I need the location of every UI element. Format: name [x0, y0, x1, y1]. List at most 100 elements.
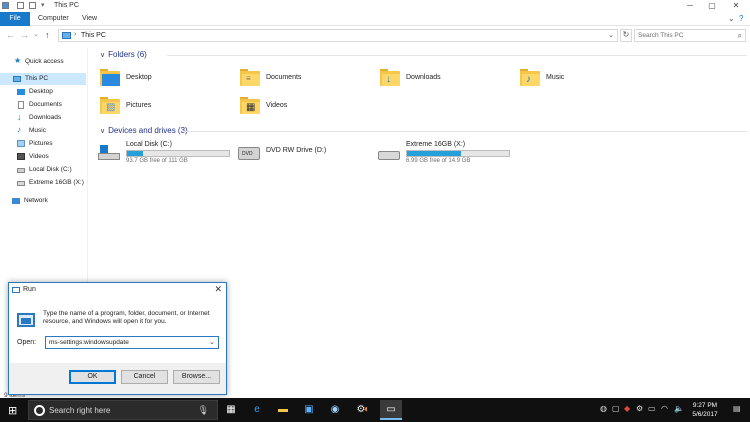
volume-icon[interactable]: 🔈: [674, 404, 684, 413]
sidebar-item-downloads[interactable]: ↓ Downloads: [0, 112, 86, 124]
folder-music[interactable]: ♪ Music: [512, 68, 642, 94]
folder-icon: ♪: [520, 68, 540, 86]
taskbar-search-input[interactable]: Search right here 🎙: [28, 400, 218, 420]
dialog-footer: OK Cancel Browse...: [9, 363, 226, 394]
task-view-icon[interactable]: ▦: [220, 400, 242, 420]
close-button[interactable]: ✕: [726, 1, 746, 11]
disk-icon: [17, 168, 25, 173]
folder-documents[interactable]: ≡ Documents: [232, 68, 362, 94]
app-tray-icon[interactable]: ▢: [612, 404, 620, 413]
sidebar-item-label: Quick access: [25, 58, 64, 65]
folder-pictures[interactable]: ▨ Pictures: [92, 96, 222, 122]
help-icon[interactable]: ?: [739, 14, 743, 23]
divider: [167, 55, 747, 56]
new-folder-icon[interactable]: [29, 2, 36, 9]
folder-videos[interactable]: ▦ Videos: [232, 96, 362, 122]
maximize-button[interactable]: ▢: [702, 1, 722, 11]
sidebar-item-network[interactable]: Network: [0, 195, 86, 207]
folder-desktop[interactable]: Desktop: [92, 68, 222, 94]
sidebar-item-documents[interactable]: Documents: [0, 99, 86, 111]
drive-usage-bar: [406, 150, 510, 157]
browse-button[interactable]: Browse...: [173, 370, 220, 384]
drive-dvd-rw-d[interactable]: DVD DVD RW Drive (D:): [232, 141, 372, 167]
search-input[interactable]: Search This PC ⌕: [634, 29, 746, 42]
sidebar-item-desktop[interactable]: Desktop: [0, 86, 86, 98]
file-explorer-icon[interactable]: ▬: [272, 400, 294, 420]
up-button[interactable]: ↑: [45, 30, 50, 40]
pictures-icon: [17, 140, 25, 147]
forward-button[interactable]: →: [20, 30, 29, 40]
sidebar-item-quick-access[interactable]: ★ Quick access: [0, 56, 86, 68]
sidebar-item-pictures[interactable]: Pictures: [0, 138, 86, 150]
firefox-icon[interactable]: ◐: [356, 400, 378, 420]
open-combobox[interactable]: ms-settings:windowsupdate ⌄: [45, 336, 219, 349]
sidebar-item-label: This PC: [25, 75, 49, 82]
properties-icon[interactable]: [17, 2, 24, 9]
close-button[interactable]: ✕: [214, 284, 222, 295]
microphone-icon[interactable]: 🎙: [198, 405, 209, 416]
tab-view[interactable]: View: [82, 15, 97, 22]
divider: [184, 131, 747, 132]
app-icon[interactable]: ◉: [324, 400, 346, 420]
windows-start-icon[interactable]: ⊞: [8, 404, 17, 417]
chevron-down-icon[interactable]: ⌄: [608, 31, 614, 39]
breadcrumb-separator-icon[interactable]: ›: [74, 31, 76, 38]
chevron-down-icon[interactable]: ⌄: [209, 338, 215, 346]
sidebar-item-local-disk[interactable]: Local Disk (C:): [0, 164, 86, 176]
app-tray-icon[interactable]: ◆: [624, 404, 630, 413]
sidebar-item-label: Desktop: [29, 88, 53, 95]
app-icon: [2, 2, 9, 9]
cortana-icon: [34, 405, 45, 416]
folder-downloads[interactable]: ↓ Downloads: [372, 68, 502, 94]
store-icon[interactable]: ▣: [298, 400, 320, 420]
drive-extreme-16gb-x[interactable]: Extreme 16GB (X:) 6.99 GB free of 14.9 G…: [372, 141, 512, 167]
sidebar-item-this-pc[interactable]: This PC: [0, 73, 86, 85]
downloads-icon: ↓: [17, 112, 22, 122]
notifications-icon[interactable]: ▤: [733, 404, 741, 413]
clock[interactable]: 9:27 PM 5/6/2017: [688, 401, 722, 419]
folder-label: Desktop: [126, 74, 152, 81]
group-title: Folders (6): [108, 50, 147, 59]
folder-icon: ↓: [380, 68, 400, 86]
sidebar-item-extreme-16gb[interactable]: Extreme 16GB (X:): [0, 177, 86, 189]
folder-icon: ≡: [240, 68, 260, 86]
customize-toolbar-icon[interactable]: ▾: [41, 1, 45, 9]
title-bar: ▾ This PC ─ ▢ ✕: [0, 0, 750, 12]
open-input[interactable]: ms-settings:windowsupdate: [49, 339, 129, 346]
drive-local-disk-c[interactable]: Local Disk (C:) 93.7 GB free of 111 GB: [92, 141, 232, 167]
folder-label: Pictures: [126, 102, 152, 109]
back-button[interactable]: ←: [6, 30, 15, 40]
group-header-folders[interactable]: ∨ Folders (6): [100, 50, 147, 59]
file-tab[interactable]: File: [0, 12, 30, 26]
edge-icon[interactable]: e: [246, 400, 268, 420]
drive-usage-bar: [126, 150, 230, 157]
folder-icon: ▦: [240, 96, 260, 114]
group-title: Devices and drives (3): [108, 126, 188, 135]
chevron-down-icon[interactable]: ∨: [100, 128, 105, 135]
sidebar-item-label: Extreme 16GB (X:): [29, 179, 84, 186]
expand-ribbon-icon[interactable]: ⌄: [728, 14, 735, 23]
sidebar-item-music[interactable]: ♪ Music: [0, 125, 86, 137]
videos-icon: [17, 153, 25, 160]
minimize-button[interactable]: ─: [680, 1, 700, 11]
ok-button[interactable]: OK: [69, 370, 116, 384]
sidebar-item-videos[interactable]: Videos: [0, 151, 86, 163]
breadcrumb[interactable]: This PC: [81, 32, 106, 39]
open-label: Open:: [17, 339, 37, 346]
chevron-down-icon[interactable]: ∨: [100, 52, 105, 59]
app-tray-icon[interactable]: ⚙: [636, 404, 643, 413]
star-icon: ★: [14, 56, 22, 65]
security-icon[interactable]: ◍: [600, 404, 607, 413]
refresh-button[interactable]: ↻: [620, 29, 632, 42]
wifi-icon[interactable]: ◠: [661, 404, 668, 413]
tab-computer[interactable]: Computer: [38, 15, 69, 22]
group-header-devices[interactable]: ∨ Devices and drives (3): [100, 126, 188, 135]
battery-icon[interactable]: ▭: [648, 404, 656, 413]
folder-label: Videos: [266, 102, 288, 109]
run-icon: [12, 287, 20, 293]
address-bar[interactable]: › This PC ⌄: [58, 29, 618, 42]
run-taskbar-icon[interactable]: ▭: [380, 400, 402, 420]
recent-locations-icon[interactable]: ⌄: [33, 30, 39, 38]
cancel-button[interactable]: Cancel: [121, 370, 168, 384]
sidebar-item-label: Music: [29, 127, 46, 134]
